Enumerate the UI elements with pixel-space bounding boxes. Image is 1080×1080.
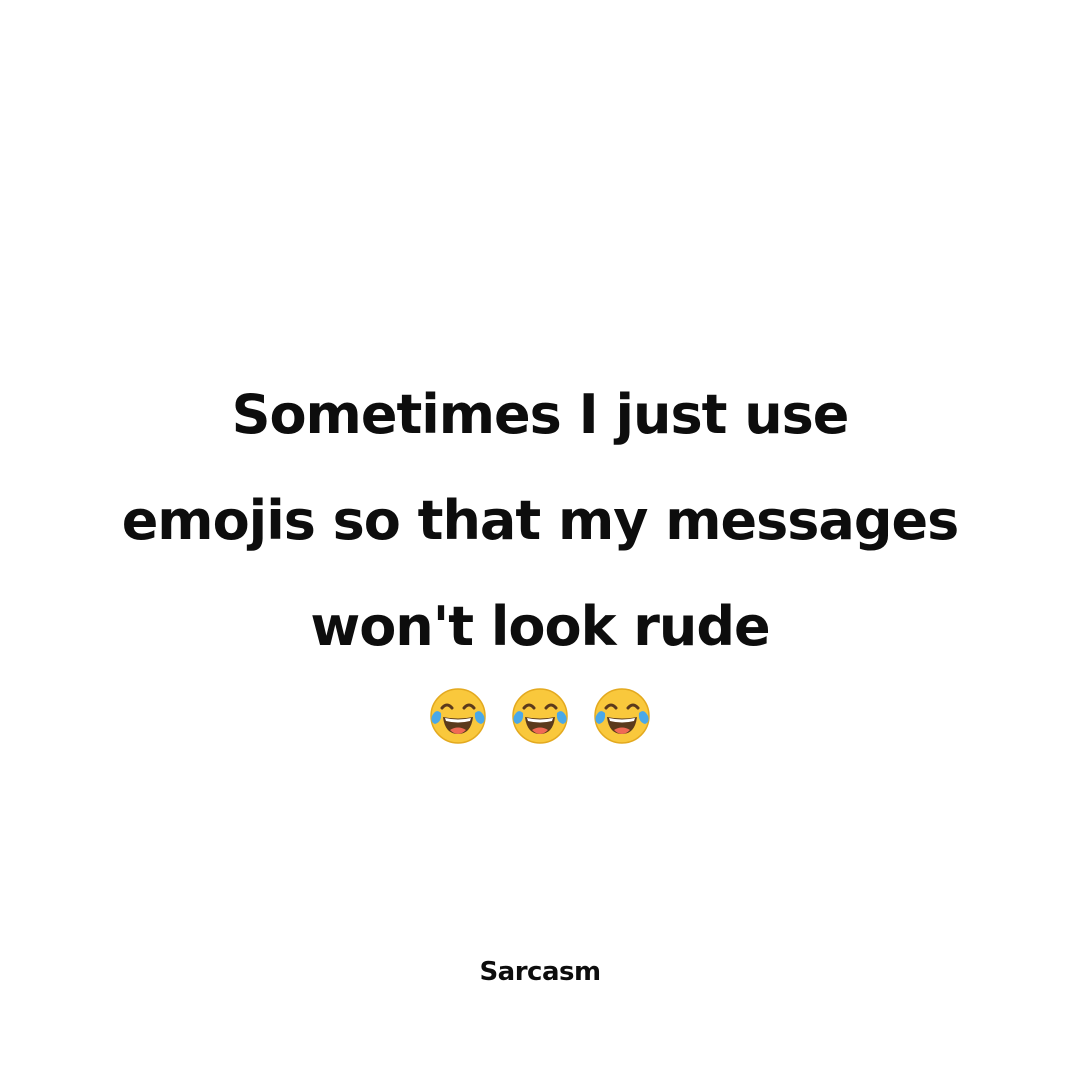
quote-line-2: emojis so that my messages xyxy=(121,489,960,552)
face-with-tears-of-joy-icon xyxy=(512,688,568,744)
emoji-row xyxy=(0,686,1080,746)
quote-line-3: won't look rude xyxy=(310,595,770,658)
face-with-tears-of-joy-icon xyxy=(594,688,650,744)
quote-line-1: Sometimes I just use xyxy=(231,383,850,446)
face-with-tears-of-joy-icon xyxy=(430,688,486,744)
footer-brand: Sarcasm xyxy=(479,957,601,987)
quote-text: Sometimes I just use emojis so that my m… xyxy=(0,362,1080,680)
